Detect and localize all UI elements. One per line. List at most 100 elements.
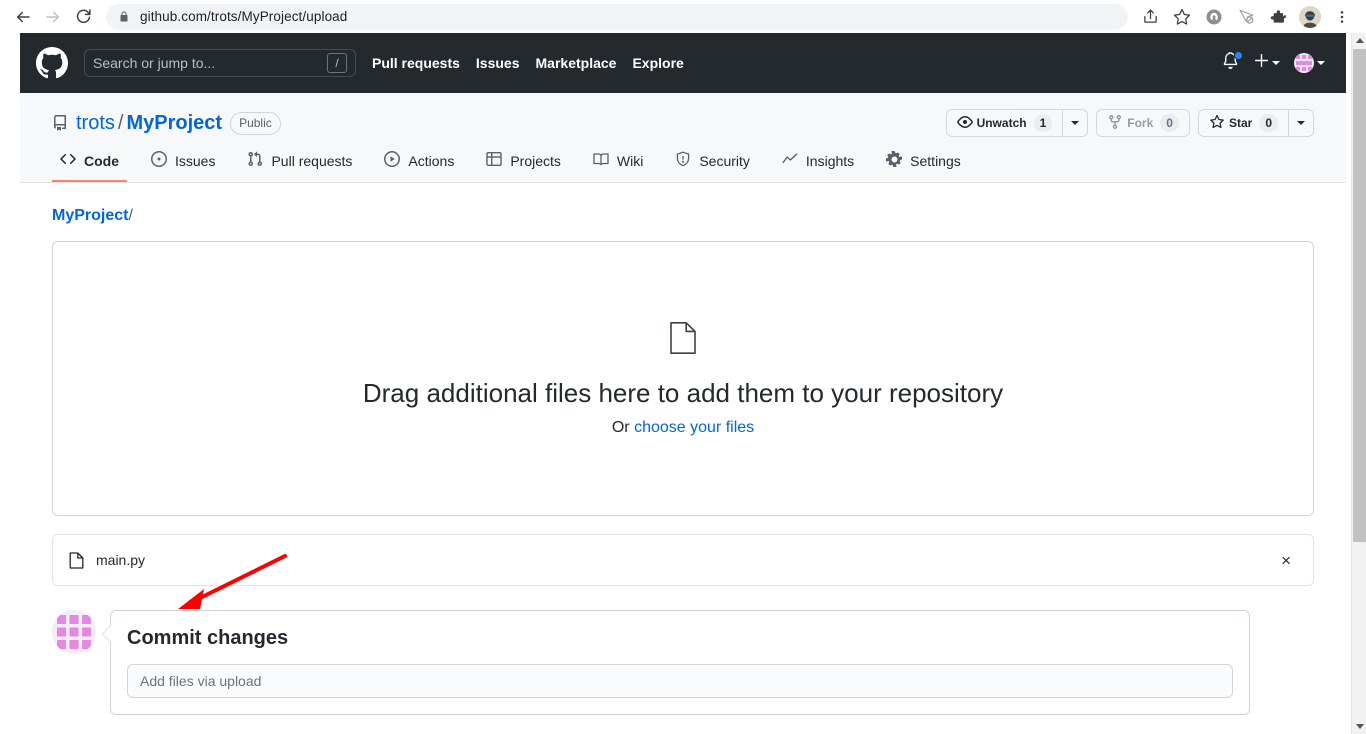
repository-owner-link[interactable]: trots	[76, 112, 115, 134]
nav-link-issues[interactable]: Issues	[476, 55, 520, 71]
bookmark-star-icon[interactable]	[1166, 2, 1198, 32]
page-viewport: Search or jump to... / Pull requests Iss…	[0, 33, 1366, 734]
tab-projects[interactable]: Projects	[478, 143, 569, 182]
tab-code[interactable]: Code	[52, 143, 127, 182]
unwatch-label: Unwatch	[976, 116, 1027, 130]
fork-count: 0	[1160, 114, 1179, 132]
commit-changes-heading: Commit changes	[127, 627, 289, 649]
unwatch-button[interactable]: Unwatch 1	[945, 109, 1063, 137]
repository-breadcrumb: trots / MyProject	[76, 112, 222, 135]
commit-changes-section: Commit changes Add files via upload	[52, 610, 1314, 715]
extension-badge-icon[interactable]	[1198, 2, 1230, 32]
breadcrumb-slash: /	[128, 207, 133, 224]
watch-count: 1	[1033, 114, 1053, 132]
star-count: 0	[1259, 114, 1278, 132]
chevron-down-icon	[1297, 121, 1305, 125]
commit-box-wrapper: Commit changes Add files via upload	[102, 610, 1314, 715]
browser-actions	[1134, 2, 1358, 32]
dropzone-or-text: Or	[611, 418, 635, 436]
forward-arrow-icon	[44, 8, 62, 26]
issue-opened-icon	[151, 151, 167, 170]
tab-label: Pull requests	[271, 152, 353, 169]
commit-changes-box: Commit changes Add files via upload	[110, 610, 1250, 715]
tab-wiki[interactable]: Wiki	[585, 143, 651, 182]
browser-toolbar: github.com/trots/MyProject/upload	[0, 0, 1366, 33]
nav-link-pull-requests[interactable]: Pull requests	[372, 55, 460, 71]
breadcrumb-repo-link[interactable]: MyProject	[52, 207, 128, 224]
commit-message-input[interactable]: Add files via upload	[127, 664, 1233, 698]
scrollbar-thumb[interactable]	[1353, 49, 1366, 542]
create-new-button[interactable]	[1249, 53, 1285, 73]
tab-label: Insights	[805, 152, 855, 169]
watch-dropdown-button[interactable]	[1062, 109, 1089, 137]
fork-button[interactable]: Fork 0	[1096, 109, 1190, 137]
lock-icon	[118, 11, 130, 23]
breadcrumb-separator: /	[117, 111, 124, 134]
repository-title-row: trots / MyProject Public Unwatch 1 Fork …	[52, 109, 1314, 137]
tab-pull-requests[interactable]: Pull requests	[239, 143, 360, 182]
tab-label: Wiki	[616, 152, 644, 169]
repository-actions: Unwatch 1 Fork 0 Star 0	[945, 109, 1314, 137]
tab-label: Issues	[175, 152, 216, 169]
chevron-down-icon	[1272, 61, 1280, 65]
github-mark-icon[interactable]	[36, 47, 68, 79]
tab-issues[interactable]: Issues	[143, 143, 223, 182]
reload-button[interactable]	[68, 2, 98, 32]
github-page: Search or jump to... / Pull requests Iss…	[20, 33, 1346, 734]
search-slash-badge: /	[327, 53, 347, 73]
gear-icon	[886, 150, 903, 170]
notifications-button[interactable]	[1216, 51, 1245, 74]
address-bar[interactable]: github.com/trots/MyProject/upload	[106, 3, 1128, 30]
star-dropdown-button[interactable]	[1288, 109, 1314, 137]
nav-link-explore[interactable]: Explore	[632, 55, 683, 71]
remove-file-button[interactable]: ×	[1275, 548, 1297, 573]
global-header-actions	[1216, 51, 1330, 74]
fork-label: Fork	[1127, 116, 1154, 130]
git-pull-request-icon	[247, 151, 263, 170]
choose-your-files-link[interactable]: choose your files	[634, 419, 754, 436]
page-bottom-edge	[0, 730, 1351, 734]
scroll-down-arrow-icon[interactable]	[1352, 719, 1366, 734]
cursor-blocked-icon[interactable]	[1230, 2, 1262, 32]
address-bar-url[interactable]: github.com/trots/MyProject/upload	[140, 9, 347, 24]
dropzone-subtitle: Or choose your files	[612, 419, 754, 437]
star-button[interactable]: Star 0	[1197, 109, 1288, 137]
github-global-header: Search or jump to... / Pull requests Iss…	[20, 33, 1346, 93]
kebab-menu-icon[interactable]	[1326, 2, 1358, 32]
share-icon[interactable]	[1134, 2, 1166, 32]
tab-actions[interactable]: Actions	[376, 143, 462, 182]
project-board-icon	[486, 151, 503, 170]
eye-icon	[956, 114, 973, 133]
forward-button[interactable]	[38, 2, 68, 32]
user-menu-button[interactable]	[1289, 53, 1330, 73]
tab-settings[interactable]: Settings	[878, 143, 969, 182]
repository-header: trots / MyProject Public Unwatch 1 Fork …	[20, 93, 1346, 183]
search-input[interactable]: Search or jump to... /	[84, 49, 356, 77]
tab-security[interactable]: Security	[667, 143, 758, 182]
play-icon	[384, 151, 401, 170]
star-label: Star	[1228, 116, 1253, 130]
nav-link-marketplace[interactable]: Marketplace	[536, 55, 617, 71]
profile-button[interactable]	[1294, 2, 1326, 32]
upload-path-breadcrumb: MyProject/	[52, 207, 1314, 225]
user-identicon-avatar	[52, 610, 96, 654]
file-dropzone[interactable]: Drag additional files here to add them t…	[52, 241, 1314, 516]
vertical-scrollbar[interactable]	[1351, 33, 1366, 734]
scroll-up-arrow-icon[interactable]	[1352, 33, 1366, 48]
avatar	[1299, 5, 1321, 28]
shield-icon	[675, 151, 691, 170]
search-placeholder: Search or jump to...	[93, 55, 216, 71]
back-button[interactable]	[8, 2, 38, 32]
tab-insights[interactable]: Insights	[774, 143, 862, 182]
tab-label: Settings	[910, 152, 961, 169]
file-icon	[69, 551, 84, 569]
watch-button-group: Unwatch 1	[945, 109, 1089, 137]
repository-icon	[52, 115, 68, 131]
repository-name-link[interactable]: MyProject	[126, 112, 222, 134]
reload-icon	[75, 8, 92, 25]
repository-visibility-badge: Public	[230, 111, 281, 135]
fork-icon	[1107, 114, 1123, 133]
chevron-down-icon	[1317, 61, 1325, 65]
file-outline-icon	[669, 321, 697, 360]
puzzle-extensions-icon[interactable]	[1262, 2, 1294, 32]
